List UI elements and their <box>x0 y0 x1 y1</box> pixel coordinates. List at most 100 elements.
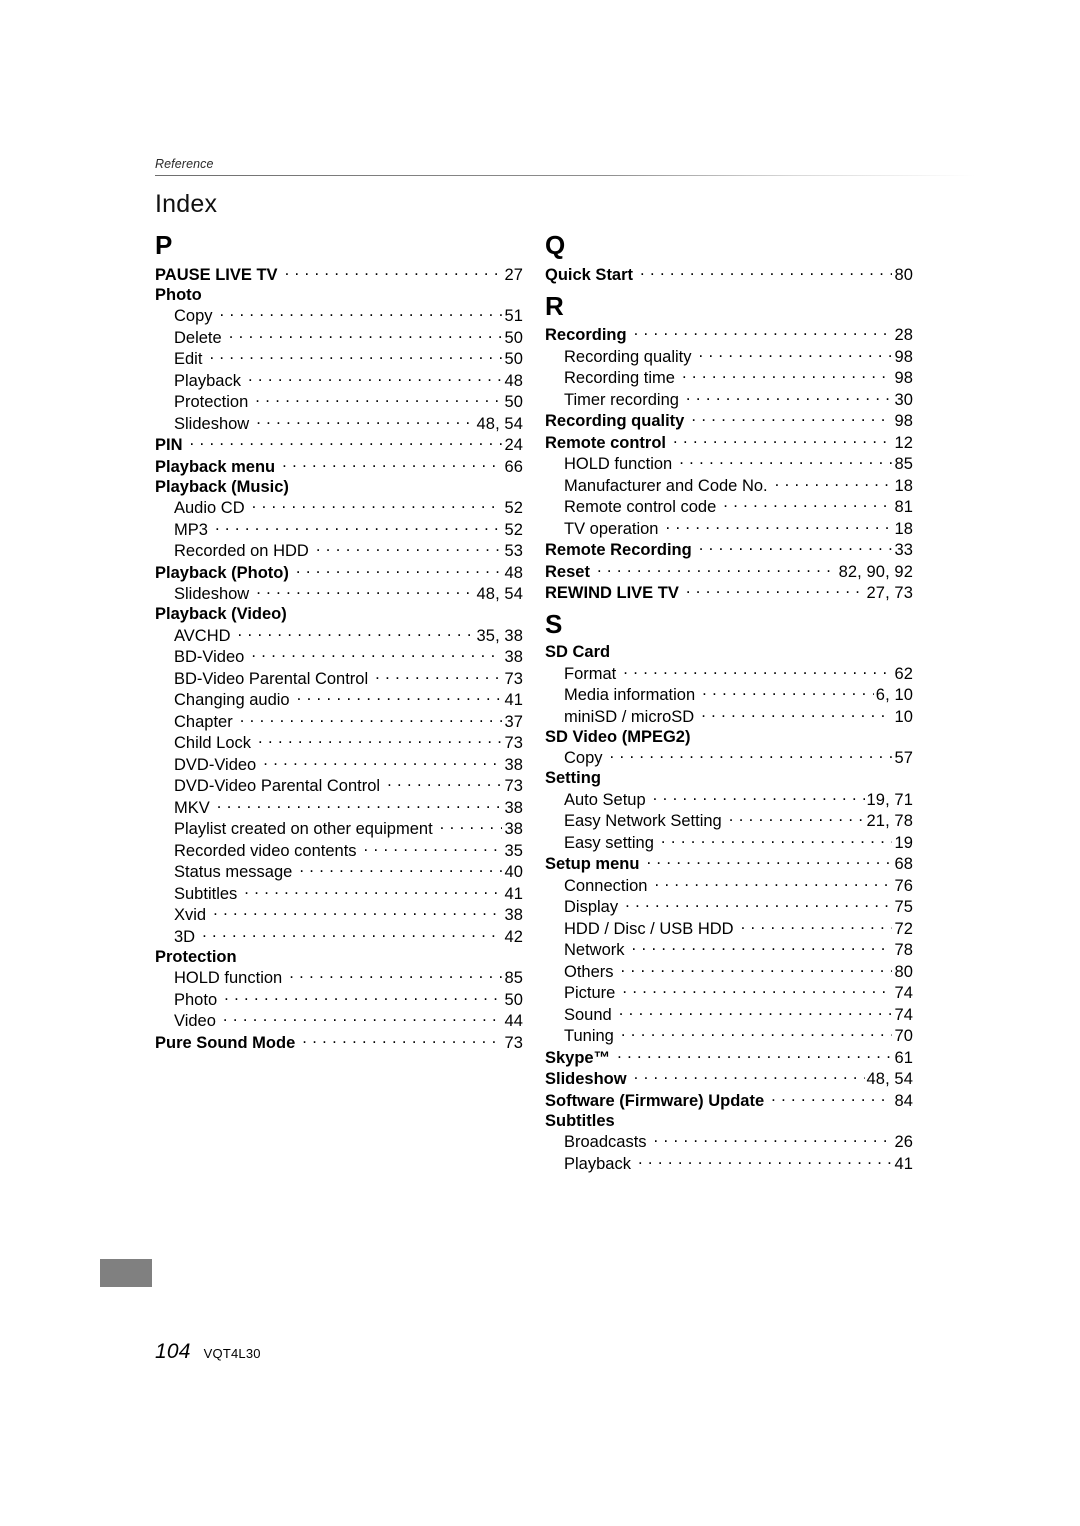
index-entry[interactable]: Recorded video contents 35 <box>155 839 523 861</box>
index-entry[interactable]: Copy 57 <box>545 747 913 769</box>
index-entry[interactable]: Chapter 37 <box>155 710 523 732</box>
index-entry[interactable]: Playback (Video) <box>155 604 523 624</box>
index-entry[interactable]: miniSD / microSD 10 <box>545 705 913 727</box>
index-entry[interactable]: Setting <box>545 768 913 788</box>
index-entry[interactable]: Video 44 <box>155 1010 523 1032</box>
index-entry-label: TV operation <box>564 519 659 538</box>
dot-leader <box>251 646 502 663</box>
index-entry[interactable]: Pure Sound Mode 73 <box>155 1031 523 1053</box>
index-entry[interactable]: Copy 51 <box>155 305 523 327</box>
index-entry[interactable]: Quick Start 80 <box>545 263 913 285</box>
index-entry[interactable]: Media information 6, 10 <box>545 684 913 706</box>
index-entry-page-number: 70 <box>894 1027 913 1045</box>
index-entry[interactable]: Slideshow 48, 54 <box>155 412 523 434</box>
index-entry[interactable]: PAUSE LIVE TV 27 <box>155 263 523 285</box>
index-entry[interactable]: Photo 50 <box>155 988 523 1010</box>
index-entry[interactable]: Recording quality 98 <box>545 410 913 432</box>
index-entry[interactable]: Recording quality 98 <box>545 345 913 367</box>
index-entry-label: Recorded video contents <box>174 841 357 860</box>
index-entry-page-number: 57 <box>894 749 913 767</box>
index-entry[interactable]: Playback 41 <box>545 1152 913 1174</box>
running-head-label: Reference <box>155 157 214 171</box>
index-entry[interactable]: Format 62 <box>545 662 913 684</box>
dot-leader <box>621 960 893 977</box>
index-entry[interactable]: Auto Setup 19, 71 <box>545 788 913 810</box>
index-entry[interactable]: Picture 74 <box>545 982 913 1004</box>
index-entry[interactable]: SD Card <box>545 642 913 662</box>
index-entry[interactable]: PIN 24 <box>155 434 523 456</box>
index-entry-label: DVD-Video <box>174 755 257 774</box>
index-entry[interactable]: TV operation 18 <box>545 517 913 539</box>
index-entry[interactable]: DVD-Video 38 <box>155 753 523 775</box>
index-entry-page-number: 98 <box>894 412 913 430</box>
index-entry[interactable]: Tuning 70 <box>545 1025 913 1047</box>
index-entry[interactable]: DVD-Video Parental Control 73 <box>155 775 523 797</box>
dot-leader <box>190 434 503 451</box>
index-entry[interactable]: Recorded on HDD 53 <box>155 540 523 562</box>
index-entry[interactable]: Easy Network Setting 21, 78 <box>545 810 913 832</box>
index-entry[interactable]: Setup menu 68 <box>545 853 913 875</box>
index-entry[interactable]: Xvid 38 <box>155 904 523 926</box>
index-entry[interactable]: Skype™ 61 <box>545 1046 913 1068</box>
index-entry[interactable]: Playback (Music) <box>155 477 523 497</box>
index-entry[interactable]: Playback 48 <box>155 369 523 391</box>
index-entry-label: Remote control code <box>564 498 717 516</box>
index-entry[interactable]: HOLD function 85 <box>155 967 523 989</box>
dot-leader <box>617 1046 892 1063</box>
index-entry[interactable]: Broadcasts 26 <box>545 1131 913 1153</box>
index-entry[interactable]: Changing audio 41 <box>155 689 523 711</box>
index-entry[interactable]: Remote control 12 <box>545 431 913 453</box>
index-entry[interactable]: REWIND LIVE TV 27, 73 <box>545 582 913 604</box>
index-entry-label: PIN <box>155 436 183 454</box>
index-entry[interactable]: Others 80 <box>545 960 913 982</box>
index-entry[interactable]: Slideshow 48, 54 <box>545 1068 913 1090</box>
section-letter: P <box>155 230 173 260</box>
index-entry-label: BD-Video Parental Control <box>174 669 369 688</box>
index-entry-label: Changing audio <box>174 691 290 709</box>
index-section-r: RRecording28Recording quality98Recording… <box>545 289 913 604</box>
index-entry[interactable]: Edit 50 <box>155 348 523 370</box>
index-entry[interactable]: Recording 28 <box>545 324 913 346</box>
index-entry[interactable]: Recording time 98 <box>545 367 913 389</box>
index-entry[interactable]: Easy setting 19 <box>545 831 913 853</box>
index-entry[interactable]: Network 78 <box>545 939 913 961</box>
index-entry[interactable]: 3D 42 <box>155 925 523 947</box>
index-entry[interactable]: AVCHD 35, 38 <box>155 624 523 646</box>
index-entry[interactable]: Playback (Photo) 48 <box>155 561 523 583</box>
index-entry[interactable]: Protection 50 <box>155 391 523 413</box>
index-entry[interactable]: Remote control code 81 <box>545 496 913 518</box>
index-entry[interactable]: BD-Video Parental Control 73 <box>155 667 523 689</box>
index-entry[interactable]: Remote Recording 33 <box>545 539 913 561</box>
index-entry[interactable]: Protection <box>155 947 523 967</box>
index-entry[interactable]: Status message 40 <box>155 861 523 883</box>
index-entry-label: Sound <box>564 1005 612 1024</box>
index-entry[interactable]: Connection 76 <box>545 874 913 896</box>
index-entry[interactable]: Manufacturer and Code No. 18 <box>545 474 913 496</box>
index-entry[interactable]: Slideshow 48, 54 <box>155 583 523 605</box>
index-entry[interactable]: Subtitles 41 <box>155 882 523 904</box>
index-entry[interactable]: HDD / Disc / USB HDD 72 <box>545 917 913 939</box>
dot-leader <box>640 263 892 280</box>
index-entry[interactable]: BD-Video 38 <box>155 646 523 668</box>
index-entry[interactable]: Child Lock 73 <box>155 732 523 754</box>
index-entry-page-number: 50 <box>504 350 523 368</box>
index-entry[interactable]: Timer recording 30 <box>545 388 913 410</box>
dot-leader <box>223 1010 503 1027</box>
index-entry[interactable]: MKV 38 <box>155 796 523 818</box>
index-entry[interactable]: Software (Firmware) Update 84 <box>545 1089 913 1111</box>
index-entry[interactable]: HOLD function 85 <box>545 453 913 475</box>
index-entry[interactable]: Reset 82, 90, 92 <box>545 560 913 582</box>
index-entry[interactable]: MP3 52 <box>155 518 523 540</box>
index-entry[interactable]: Audio CD 52 <box>155 497 523 519</box>
index-entry[interactable]: Playlist created on other equipment 38 <box>155 818 523 840</box>
index-entry[interactable]: SD Video (MPEG2) <box>545 727 913 747</box>
index-entry[interactable]: Subtitles <box>545 1111 913 1131</box>
dot-leader <box>238 624 475 641</box>
index-entry[interactable]: Playback menu 66 <box>155 455 523 477</box>
index-entry-label: Chapter <box>174 712 233 731</box>
index-entry[interactable]: Delete 50 <box>155 326 523 348</box>
dot-leader <box>220 305 503 322</box>
index-entry[interactable]: Display 75 <box>545 896 913 918</box>
index-entry[interactable]: Photo <box>155 285 523 305</box>
index-entry[interactable]: Sound 74 <box>545 1003 913 1025</box>
